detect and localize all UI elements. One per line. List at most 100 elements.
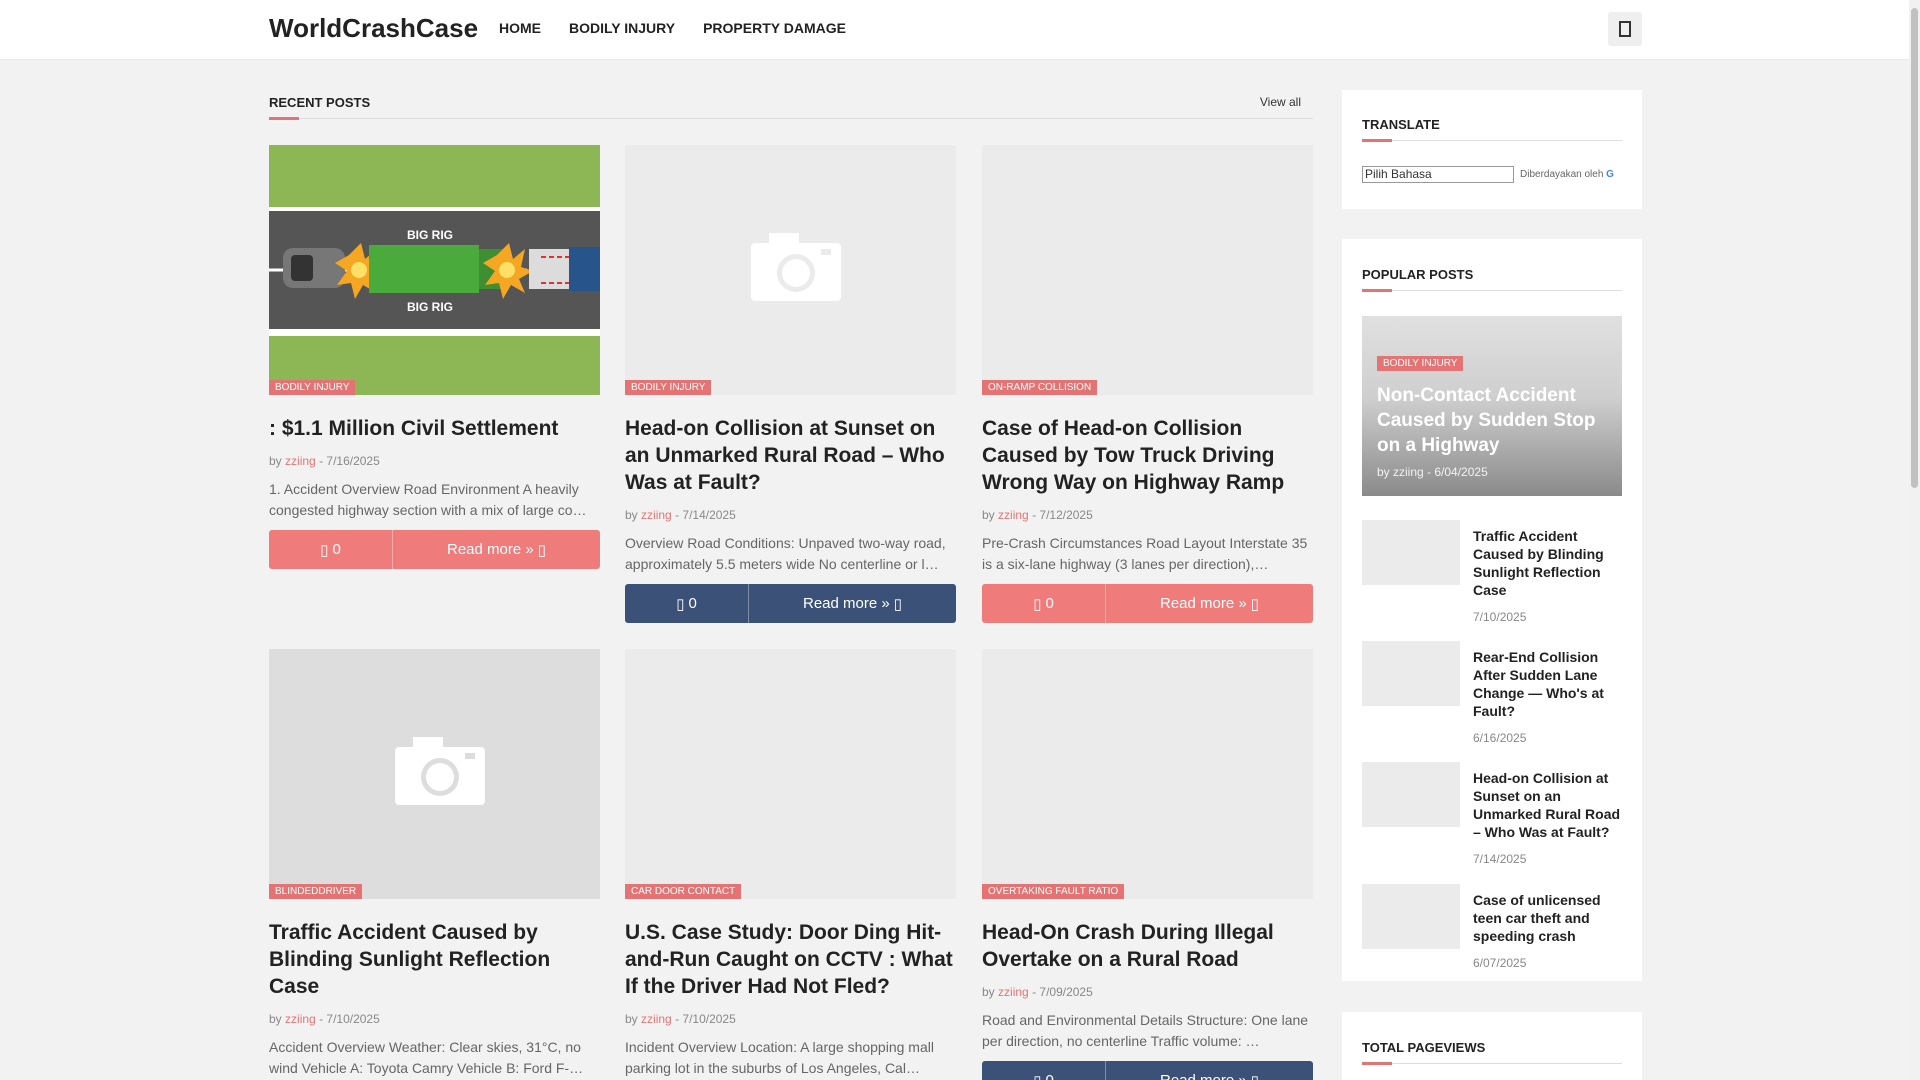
google-logo-icon[interactable]: G <box>1606 169 1614 180</box>
post-date: - 7/14/2025 <box>675 508 736 522</box>
post-meta: by zziing - 7/12/2025 <box>982 508 1313 522</box>
popular-posts-widget: POPULAR POSTS BODILY INJURY Non-Contact … <box>1342 239 1642 981</box>
read-more-button[interactable]: Read more »▯ <box>749 584 956 623</box>
read-more-label: Read more » <box>447 541 534 558</box>
read-more-button[interactable]: Read more »▯ <box>393 530 600 569</box>
comment-count: 0 <box>1045 1072 1053 1080</box>
post-author[interactable]: zziing <box>998 985 1029 999</box>
scrollbar-thumb[interactable] <box>1911 8 1918 488</box>
post-author[interactable]: zziing <box>641 508 672 522</box>
post-date: - 7/10/2025 <box>675 1012 736 1026</box>
comment-icon: ▯ <box>1033 595 1042 613</box>
post-thumbnail[interactable]: CAR DOOR CONTACT <box>625 649 956 899</box>
category-badge[interactable]: BLINDEDDRIVER <box>269 884 363 899</box>
category-badge[interactable]: BODILY INJURY <box>1377 356 1464 371</box>
pageviews-title: TOTAL PAGEVIEWS <box>1362 1040 1622 1065</box>
arrow-icon: ▯ <box>537 541 546 559</box>
popular-hero-title[interactable]: Non-Contact Accident Caused by Sudden St… <box>1377 383 1617 458</box>
powered-by-label: Diberdayakan oleh G <box>1520 169 1614 180</box>
category-badge[interactable]: ON-RAMP COLLISION <box>982 380 1098 395</box>
nav-bodily-injury[interactable]: BODILY INJURY <box>569 20 675 36</box>
by-label: by <box>625 1012 638 1026</box>
page-scrollbar[interactable] <box>1909 0 1920 1080</box>
popular-post-thumbnail[interactable] <box>1362 884 1460 949</box>
popular-hero-post[interactable]: BODILY INJURY Non-Contact Accident Cause… <box>1362 316 1622 496</box>
powered-by-text: Diberdayakan oleh <box>1520 169 1604 180</box>
post-actions: ▯0 Read more »▯ <box>625 584 956 623</box>
read-more-label: Read more » <box>803 595 890 612</box>
comments-button[interactable]: ▯0 <box>625 584 749 623</box>
comments-button[interactable]: ▯0 <box>982 1061 1106 1080</box>
translate-controls: Pilih Bahasa Diberdayakan oleh G <box>1362 166 1622 183</box>
category-badge[interactable]: CAR DOOR CONTACT <box>625 884 742 899</box>
post-thumbnail[interactable]: OVERTAKING FAULT RATIO <box>982 649 1313 899</box>
post-title[interactable]: Traffic Accident Caused by Blinding Sunl… <box>269 919 600 1000</box>
post-card: OVERTAKING FAULT RATIO Head-On Crash Dur… <box>982 649 1313 1080</box>
post-date: - 7/12/2025 <box>1032 508 1093 522</box>
post-excerpt: Accident Overview Weather: Clear skies, … <box>269 1039 584 1076</box>
view-all-link[interactable]: View all <box>1260 95 1301 109</box>
post-thumbnail[interactable]: ON-RAMP COLLISION <box>982 145 1313 395</box>
category-badge[interactable]: OVERTAKING FAULT RATIO <box>982 884 1125 899</box>
nav-home[interactable]: HOME <box>499 20 541 36</box>
big-rig-collision-illustration: BIG RIG BIG RIG <box>269 145 600 395</box>
popular-posts-title: POPULAR POSTS <box>1362 267 1622 292</box>
post-title[interactable]: U.S. Case Study: Door Ding Hit-and-Run C… <box>625 919 956 1000</box>
popular-post-title[interactable]: Head-on Collision at Sunset on an Unmark… <box>1473 769 1623 841</box>
popular-post-date: 6/07/2025 <box>1473 956 1527 970</box>
camera-placeholder-icon <box>395 737 485 805</box>
main-nav: HOME BODILY INJURY PROPERTY DAMAGE <box>499 20 846 36</box>
popular-post-title[interactable]: Case of unlicensed teen car theft and sp… <box>1473 891 1623 945</box>
by-label: by <box>625 508 638 522</box>
post-title[interactable]: Case of Head-on Collision Caused by Tow … <box>982 415 1313 496</box>
popular-post-title[interactable]: Rear-End Collision After Sudden Lane Cha… <box>1473 648 1623 720</box>
post-title[interactable]: : $1.1 Million Civil Settlement <box>269 415 600 442</box>
popular-post-thumbnail[interactable] <box>1362 641 1460 706</box>
category-badge[interactable]: BODILY INJURY <box>625 380 712 395</box>
by-label: by <box>269 454 282 468</box>
post-excerpt: Overview Road Conditions: Unpaved two-wa… <box>625 535 946 572</box>
post-date: - 7/16/2025 <box>319 454 380 468</box>
post-author[interactable]: zziing <box>285 454 316 468</box>
post-thumbnail[interactable]: BODILY INJURY <box>625 145 956 395</box>
big-rig-label: BIG RIG <box>407 300 453 314</box>
comments-button[interactable]: ▯0 <box>269 530 393 569</box>
site-logo[interactable]: WorldCrashCase <box>269 13 478 44</box>
language-select[interactable]: Pilih Bahasa <box>1362 166 1514 183</box>
post-author[interactable]: zziing <box>285 1012 316 1026</box>
post-author[interactable]: zziing <box>998 508 1029 522</box>
post-date: - 7/10/2025 <box>319 1012 380 1026</box>
popular-post-date: 7/14/2025 <box>1473 852 1527 866</box>
read-more-button[interactable]: Read more »▯ <box>1106 584 1313 623</box>
post-card: BIG RIG BIG RIG BODILY INJURY : $1.1 Mil… <box>269 145 600 569</box>
post-meta: by zziing - 7/10/2025 <box>269 1012 600 1026</box>
post-excerpt: Road and Environmental Details Structure… <box>982 1012 1309 1049</box>
post-thumbnail[interactable]: BIG RIG BIG RIG BODILY INJURY <box>269 145 600 395</box>
popular-post-thumbnail[interactable] <box>1362 520 1460 585</box>
post-title[interactable]: Head-on Collision at Sunset on an Unmark… <box>625 415 956 496</box>
by-label: by <box>982 985 995 999</box>
camera-placeholder-icon <box>751 233 841 301</box>
post-thumbnail[interactable]: BLINDEDDRIVER <box>269 649 600 899</box>
post-actions: ▯0 Read more »▯ <box>269 530 600 569</box>
recent-posts-section: RECENT POSTS View all BIG RIG BIG RIG BO… <box>269 95 1313 1080</box>
post-title[interactable]: Head-On Crash During Illegal Overtake on… <box>982 919 1313 973</box>
comment-icon: ▯ <box>676 595 685 613</box>
comments-button[interactable]: ▯0 <box>982 584 1106 623</box>
nav-property-damage[interactable]: PROPERTY DAMAGE <box>703 20 846 36</box>
popular-post-date: 6/16/2025 <box>1473 731 1527 745</box>
post-excerpt: Incident Overview Location: A large shop… <box>625 1039 934 1076</box>
popular-post-title[interactable]: Traffic Accident Caused by Blinding Sunl… <box>1473 527 1623 599</box>
arrow-icon: ▯ <box>1251 1072 1259 1080</box>
post-card: ON-RAMP COLLISION Case of Head-on Collis… <box>982 145 1313 623</box>
post-author[interactable]: zziing <box>641 1012 672 1026</box>
search-button[interactable] <box>1608 12 1642 46</box>
translate-widget: TRANSLATE Pilih Bahasa Diberdayakan oleh… <box>1342 90 1642 209</box>
read-more-button[interactable]: Read more »▯ <box>1106 1061 1313 1080</box>
popular-post-thumbnail[interactable] <box>1362 762 1460 827</box>
recent-posts-header: RECENT POSTS View all <box>269 95 1313 120</box>
popular-hero-meta: by zziing - 6/04/2025 <box>1377 465 1488 479</box>
post-card: BODILY INJURY Head-on Collision at Sunse… <box>625 145 956 623</box>
arrow-icon: ▯ <box>893 595 902 613</box>
category-badge[interactable]: BODILY INJURY <box>269 380 356 395</box>
